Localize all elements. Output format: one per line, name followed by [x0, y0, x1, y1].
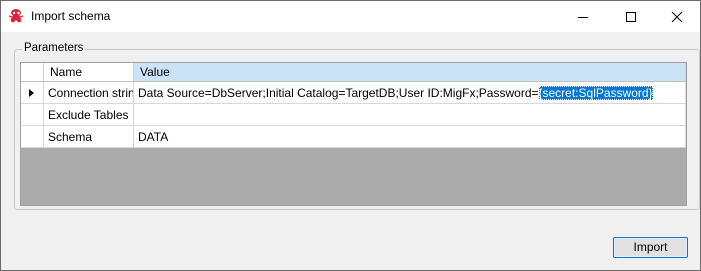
table-row[interactable]: Exclude Tables [21, 104, 686, 126]
current-row-arrow-icon [29, 89, 34, 97]
param-value-cell[interactable] [134, 104, 686, 126]
param-name-cell[interactable]: Exclude Tables [44, 104, 134, 126]
title-bar: Import schema [1, 1, 700, 32]
window-title: Import schema [31, 9, 111, 23]
grid-header: Name Value [21, 63, 686, 82]
value-text: Data Source=DbServer;Initial Catalog=Tar… [138, 86, 539, 100]
table-row[interactable]: Connection string Data Source=DbServer;I… [21, 82, 686, 104]
column-header-value[interactable]: Value [134, 63, 686, 82]
parameters-grid[interactable]: Name Value Connection string Data Source… [20, 62, 687, 206]
param-name-cell[interactable]: Connection string [44, 82, 134, 104]
close-button[interactable] [654, 1, 700, 32]
app-logo-icon [8, 9, 24, 23]
param-value-cell[interactable]: DATA [134, 126, 686, 148]
minimize-icon [578, 16, 588, 18]
row-selector[interactable] [21, 104, 44, 126]
close-icon [671, 11, 683, 22]
import-schema-dialog: Import schema Parameters Name Value Conn… [0, 0, 701, 271]
row-selector[interactable] [21, 82, 44, 104]
column-header-name[interactable]: Name [44, 63, 134, 82]
param-name-cell[interactable]: Schema [44, 126, 134, 148]
maximize-button[interactable] [608, 1, 654, 32]
parameters-group-label: Parameters [22, 42, 86, 54]
selected-value-text[interactable]: {secret:SqlPassword} [538, 86, 653, 100]
param-value-cell[interactable]: Data Source=DbServer;Initial Catalog=Tar… [134, 82, 686, 104]
row-selector[interactable] [21, 126, 44, 148]
import-button[interactable]: Import [613, 237, 688, 258]
header-corner [21, 63, 44, 82]
minimize-button[interactable] [560, 1, 606, 32]
maximize-icon [626, 11, 636, 22]
table-row[interactable]: Schema DATA [21, 126, 686, 148]
value-text: DATA [138, 130, 169, 144]
